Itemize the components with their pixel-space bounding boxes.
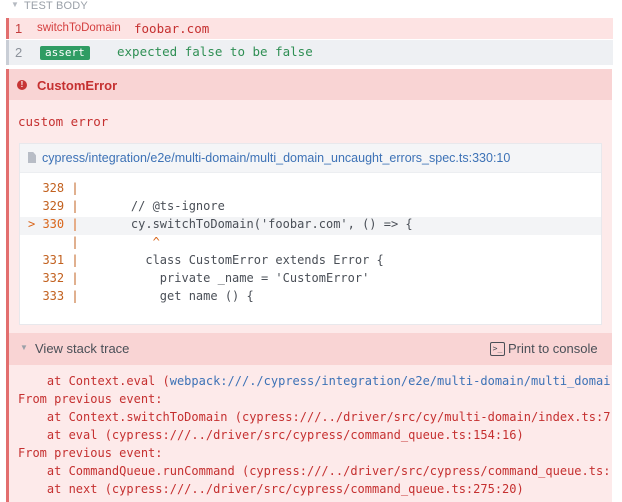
code-line: | ^ bbox=[20, 235, 601, 253]
stack-trace-line: at Context.eval (webpack:///./cypress/in… bbox=[18, 374, 612, 392]
stack-trace-line: at eval (cypress:///../driver/src/cypres… bbox=[18, 428, 612, 446]
stack-trace-lines: at Context.eval (webpack:///./cypress/in… bbox=[18, 374, 612, 500]
error-message: custom error bbox=[18, 114, 109, 129]
file-icon bbox=[28, 152, 36, 163]
code-line: 332 | private _name = 'CustomError' bbox=[20, 271, 601, 289]
command-message: foobar.com bbox=[134, 21, 210, 36]
error-panel: ! CustomError custom error cypress/integ… bbox=[6, 69, 612, 502]
assert-badge: assert bbox=[40, 46, 90, 60]
command-row-assert[interactable]: 2 assert expected false to be false bbox=[6, 40, 613, 65]
code-line: > 330 | cy.switchToDomain('foobar.com', … bbox=[20, 217, 601, 235]
code-line-gutter: 332 | bbox=[28, 271, 79, 285]
caret-down-icon[interactable]: ▼ bbox=[20, 343, 28, 352]
stack-trace-line: From previous event: bbox=[18, 446, 612, 464]
test-body-header[interactable]: ▼ TEST BODY bbox=[0, 0, 622, 14]
command-name: switchToDomain bbox=[37, 22, 121, 34]
stack-trace-line: at next (cypress:///../driver/src/cypres… bbox=[18, 482, 612, 500]
code-line: 333 | get name () { bbox=[20, 289, 601, 307]
print-to-console-button[interactable]: Print to console bbox=[508, 341, 598, 356]
stack-line-text: at Context.switchToDomain (cypress:///..… bbox=[18, 410, 611, 424]
code-line: 331 | class CustomError extends Error { bbox=[20, 253, 601, 271]
file-path-link[interactable]: cypress/integration/e2e/multi-domain/mul… bbox=[42, 151, 510, 165]
terminal-icon[interactable]: >_ bbox=[490, 342, 505, 356]
stack-trace-header: ▼ View stack trace >_ Print to console bbox=[9, 333, 612, 365]
stack-line-text: at CommandQueue.runCommand (cypress:///.… bbox=[18, 464, 611, 478]
stack-line-text: From previous event: bbox=[18, 446, 163, 460]
assert-message: expected false to be false bbox=[117, 44, 313, 59]
code-line-text: private _name = 'CustomError' bbox=[102, 271, 370, 285]
command-row-switch-to-domain[interactable]: 1 switchToDomain foobar.com bbox=[6, 18, 613, 39]
command-number: 1 bbox=[15, 21, 23, 36]
error-title: CustomError bbox=[37, 78, 118, 93]
code-lines: 328 | 329 | // @ts-ignore > 330 | cy.swit… bbox=[20, 181, 601, 307]
code-line-text: get name () { bbox=[102, 289, 254, 303]
stack-line-text: at Context.eval ( bbox=[18, 374, 170, 388]
code-frame: cypress/integration/e2e/multi-domain/mul… bbox=[19, 143, 602, 325]
stack-line-text: From previous event: bbox=[18, 392, 163, 406]
stack-trace-line: at Context.switchToDomain (cypress:///..… bbox=[18, 410, 612, 428]
code-line-gutter: 333 | bbox=[28, 289, 79, 303]
code-line-gutter: 329 | bbox=[28, 199, 79, 213]
stack-line-text: at eval (cypress:///../driver/src/cypres… bbox=[18, 428, 524, 442]
code-line-text: ^ bbox=[102, 235, 160, 249]
file-bar: cypress/integration/e2e/multi-domain/mul… bbox=[20, 144, 601, 173]
stack-line-link[interactable]: webpack:///./cypress/integration/e2e/mul… bbox=[170, 374, 611, 388]
stack-trace-line: at CommandQueue.runCommand (cypress:///.… bbox=[18, 464, 612, 482]
error-header: ! CustomError bbox=[9, 69, 612, 100]
code-line-gutter: | bbox=[28, 235, 79, 249]
caret-down-icon: ▼ bbox=[11, 0, 20, 9]
test-body-label: TEST BODY bbox=[24, 0, 88, 12]
code-line-text: class CustomError extends Error { bbox=[102, 253, 384, 267]
code-line-gutter: > 330 | bbox=[28, 217, 79, 231]
stack-trace-line: From previous event: bbox=[18, 392, 612, 410]
code-line: 329 | // @ts-ignore bbox=[20, 199, 601, 217]
command-number: 2 bbox=[15, 45, 23, 60]
code-line-gutter: 328 | bbox=[28, 181, 79, 195]
code-line-gutter: 331 | bbox=[28, 253, 79, 267]
code-line-text: cy.switchToDomain('foobar.com', () => { bbox=[102, 217, 413, 231]
view-stack-trace-toggle[interactable]: View stack trace bbox=[35, 341, 129, 356]
error-icon: ! bbox=[17, 80, 27, 90]
stack-line-text: at next (cypress:///../driver/src/cypres… bbox=[18, 482, 524, 496]
code-line: 328 | bbox=[20, 181, 601, 199]
code-line-text: // @ts-ignore bbox=[102, 199, 225, 213]
